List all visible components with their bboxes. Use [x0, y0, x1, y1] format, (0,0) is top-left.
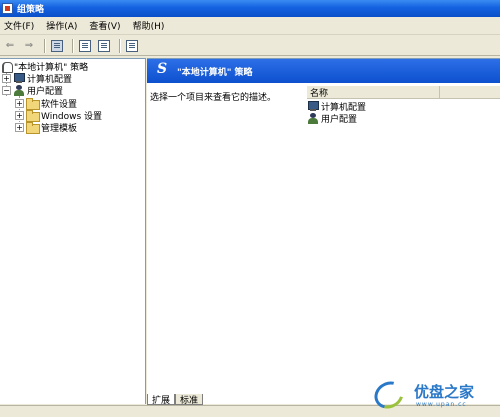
menu-action[interactable]: 操作(A): [40, 19, 83, 32]
upan-logo-icon: [369, 376, 409, 414]
column-header-filler: [440, 86, 500, 99]
watermark-brand: 优盘之家: [414, 383, 475, 401]
menu-help[interactable]: 帮助(H): [127, 19, 171, 32]
back-arrow-icon[interactable]: ⇐: [2, 38, 18, 54]
console-tree-icon: [51, 39, 63, 52]
menu-bar: 文件(F) 操作(A) 查看(V) 帮助(H): [0, 17, 500, 35]
policy-icon: [157, 61, 169, 78]
export-list-icon: [98, 39, 110, 52]
tree-item-label: 用户配置: [27, 86, 64, 97]
tree-item-admin-templates[interactable]: + 管理模板: [15, 121, 78, 134]
forward-arrow-icon[interactable]: ⇒: [21, 38, 37, 54]
tree-item-root[interactable]: "本地计算机" 策略: [1, 60, 88, 73]
expand-toggle[interactable]: +: [15, 98, 24, 108]
tab-extended[interactable]: 扩展: [147, 394, 176, 406]
description-text: 选择一个项目来查看它的描述。: [150, 93, 277, 103]
tree-item-label: 管理模板: [41, 123, 78, 134]
column-header-label: 名称: [310, 88, 329, 99]
view-tabs: 扩展 标准: [147, 393, 204, 406]
watermark-url: www.upan.cc: [416, 401, 467, 408]
show-console-tree-button[interactable]: [49, 38, 65, 54]
expand-toggle[interactable]: +: [2, 73, 11, 83]
folder-icon: [26, 122, 40, 134]
user-icon: [307, 112, 319, 124]
toolbar-separator: [72, 38, 73, 53]
toolbar-separator: [44, 38, 45, 53]
folder-icon: [26, 98, 40, 110]
details-pane: "本地计算机" 策略 选择一个项目来查看它的描述。 名称 计算机配置 用户配置: [147, 58, 500, 404]
folder-icon: [26, 110, 40, 122]
toolbar: ⇐ ⇒: [0, 36, 500, 56]
help-button[interactable]: [124, 38, 140, 54]
list-item-label: 用户配置: [321, 114, 358, 125]
help-icon: [126, 39, 138, 52]
tree-item-user-config[interactable]: − 用户配置: [2, 84, 64, 97]
console-tree[interactable]: "本地计算机" 策略 + 计算机配置 − 用户配置 + 软件设置 + Windo…: [0, 58, 146, 404]
menu-view[interactable]: 查看(V): [83, 19, 126, 32]
details-header-title: "本地计算机" 策略: [177, 67, 253, 78]
menu-file[interactable]: 文件(F): [0, 19, 40, 32]
column-header-name[interactable]: 名称: [307, 86, 440, 99]
expand-toggle[interactable]: +: [15, 110, 24, 120]
tree-item-windows-settings[interactable]: + Windows 设置: [15, 109, 102, 122]
collapse-toggle[interactable]: −: [2, 85, 11, 95]
details-header: "本地计算机" 策略: [147, 59, 500, 83]
expand-toggle[interactable]: +: [15, 122, 24, 132]
properties-button[interactable]: [77, 38, 93, 54]
tree-item-computer-config[interactable]: + 计算机配置: [2, 72, 72, 85]
window-title: 组策略: [17, 5, 45, 15]
computer-icon: [307, 100, 319, 112]
item-list[interactable]: 名称 计算机配置 用户配置: [307, 86, 500, 386]
title-bar: 组策略: [0, 0, 500, 17]
toolbar-separator: [119, 38, 120, 53]
tab-standard[interactable]: 标准: [175, 394, 204, 406]
computer-icon: [13, 72, 25, 84]
tree-item-software-settings[interactable]: + 软件设置: [15, 97, 77, 110]
export-list-button[interactable]: [96, 38, 112, 54]
group-policy-icon: [2, 3, 13, 14]
site-watermark: 优盘之家 www.upan.cc: [369, 376, 498, 414]
properties-icon: [79, 39, 91, 52]
user-icon: [13, 84, 25, 96]
list-item-computer-config[interactable]: 计算机配置: [307, 100, 366, 113]
policy-icon: [1, 61, 13, 73]
list-item-user-config[interactable]: 用户配置: [307, 112, 358, 125]
